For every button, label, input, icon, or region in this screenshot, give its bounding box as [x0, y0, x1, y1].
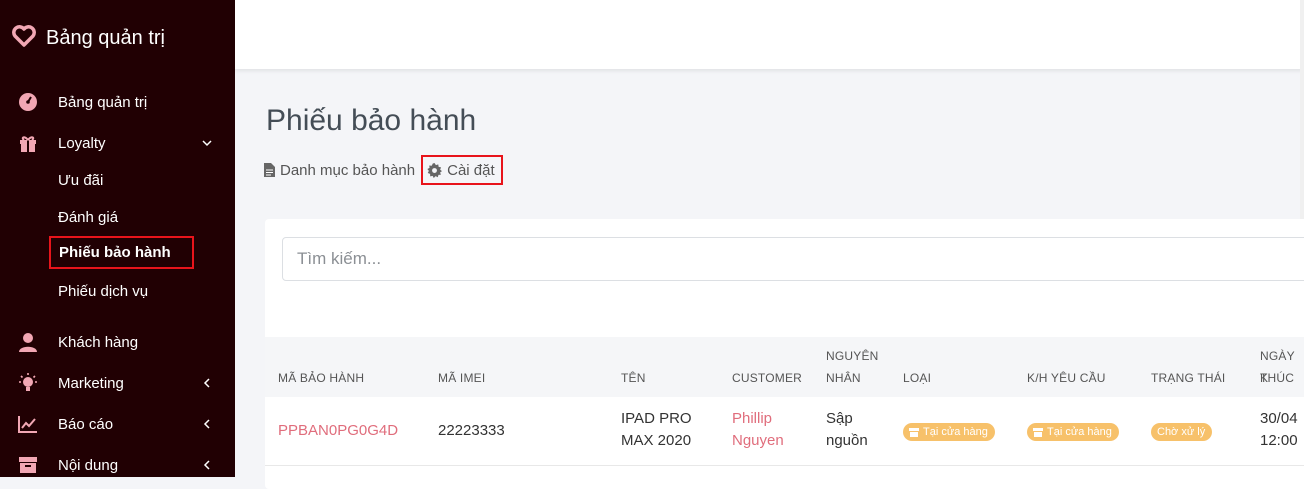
heart-icon	[12, 24, 36, 52]
store-icon	[1033, 427, 1043, 437]
sidebar-sub-item-service[interactable]: Phiếu dịch vụ	[58, 283, 148, 300]
breadcrumb-label: Cài đặt	[447, 161, 495, 179]
store-icon	[909, 427, 919, 437]
chevron-left-icon	[203, 378, 210, 388]
col-header-imei[interactable]: Mã IMEI	[438, 367, 485, 389]
breadcrumb: Danh mục bảo hành Cài đặt	[264, 155, 503, 185]
chevron-left-icon	[203, 460, 210, 470]
col-header-request[interactable]: K/H yêu cầu	[1027, 367, 1106, 389]
top-bar	[235, 0, 1304, 69]
end-date-line2: 12:00	[1260, 432, 1298, 449]
breadcrumb-label: Danh mục bảo hành	[280, 161, 416, 179]
col-header-code[interactable]: Mã bảo hành	[278, 367, 364, 389]
breadcrumb-settings[interactable]: Cài đặt	[421, 155, 503, 185]
customer-link-line1[interactable]: Phillip	[732, 408, 772, 430]
sidebar-item-label: Báo cáo	[58, 415, 114, 433]
sidebar-item-reports[interactable]: Báo cáo	[0, 406, 235, 442]
end-date-line1: 30/04	[1260, 410, 1298, 427]
chevron-left-icon	[203, 419, 210, 429]
sidebar: Bảng quản trị Bảng quản trị Loyalty Ưu đ…	[0, 0, 235, 477]
search-field[interactable]	[282, 237, 1304, 281]
sidebar-item-loyalty[interactable]: Loyalty	[0, 125, 235, 161]
sidebar-sub-item-warranty[interactable]: Phiếu bảo hành	[49, 236, 194, 269]
reason-line1: Sập	[826, 410, 853, 427]
col-header-status[interactable]: Trạng thái	[1151, 367, 1225, 389]
product-name-line2: MAX 2020	[621, 432, 692, 449]
sidebar-sub-item-offers[interactable]: Ưu đãi	[58, 172, 103, 189]
gear-icon	[427, 162, 443, 178]
product-name-line1: IPAD PRO	[621, 410, 692, 427]
breadcrumb-warranty-list[interactable]: Danh mục bảo hành	[264, 162, 415, 179]
type-badge: Tại cửa hàng	[903, 423, 995, 441]
col-header-reason-line2[interactable]: nhân	[826, 367, 861, 389]
brand[interactable]: Bảng quản trị	[12, 24, 165, 52]
request-badge: Tại cửa hàng	[1027, 423, 1119, 441]
badge-label: Chờ xử lý	[1157, 426, 1206, 438]
sidebar-sub-item-label: Phiếu bảo hành	[59, 244, 171, 261]
col-header-end-date-line2[interactable]: thúc	[1260, 367, 1294, 389]
sidebar-item-label: Khách hàng	[58, 333, 139, 351]
sidebar-item-label: Marketing	[58, 374, 124, 392]
sidebar-item-label: Bảng quản trị	[58, 93, 148, 111]
page-title: Phiếu bảo hành	[266, 104, 477, 137]
warranty-code-link[interactable]: PPBAN0PG0G4D	[278, 420, 398, 442]
sidebar-sub-item-reviews[interactable]: Đánh giá	[58, 209, 118, 226]
badge-label: Tại cửa hàng	[1047, 426, 1112, 438]
status-badge: Chờ xử lý	[1151, 423, 1213, 441]
col-header-customer[interactable]: Customer	[732, 367, 802, 389]
sidebar-item-label: Loyalty	[58, 134, 106, 152]
dashboard-icon	[16, 90, 40, 114]
brand-title: Bảng quản trị	[46, 26, 165, 49]
sidebar-item-marketing[interactable]: Marketing	[0, 365, 235, 401]
sidebar-item-dashboard[interactable]: Bảng quản trị	[0, 84, 235, 120]
sidebar-item-content[interactable]: Nội dung	[0, 447, 235, 483]
badge-label: Tại cửa hàng	[923, 426, 988, 438]
table-row[interactable]	[265, 397, 1304, 466]
col-header-name[interactable]: Tên	[621, 367, 646, 389]
gift-icon	[16, 131, 40, 155]
chart-icon	[16, 412, 40, 436]
col-header-type[interactable]: Loại	[903, 367, 931, 389]
document-icon	[264, 163, 275, 177]
imei-cell: 22223333	[438, 422, 505, 439]
col-header-reason-line1[interactable]: Nguyên	[826, 345, 879, 367]
lightbulb-icon	[16, 371, 40, 395]
search-input[interactable]	[283, 238, 1304, 280]
sidebar-item-customers[interactable]: Khách hàng	[0, 324, 235, 360]
customer-link-line2[interactable]: Nguyen	[732, 430, 784, 452]
archive-icon	[16, 453, 40, 477]
chevron-down-icon	[202, 140, 212, 147]
sidebar-item-label: Nội dung	[58, 456, 119, 474]
user-icon	[16, 330, 40, 354]
reason-line2: nguồn	[826, 432, 868, 449]
